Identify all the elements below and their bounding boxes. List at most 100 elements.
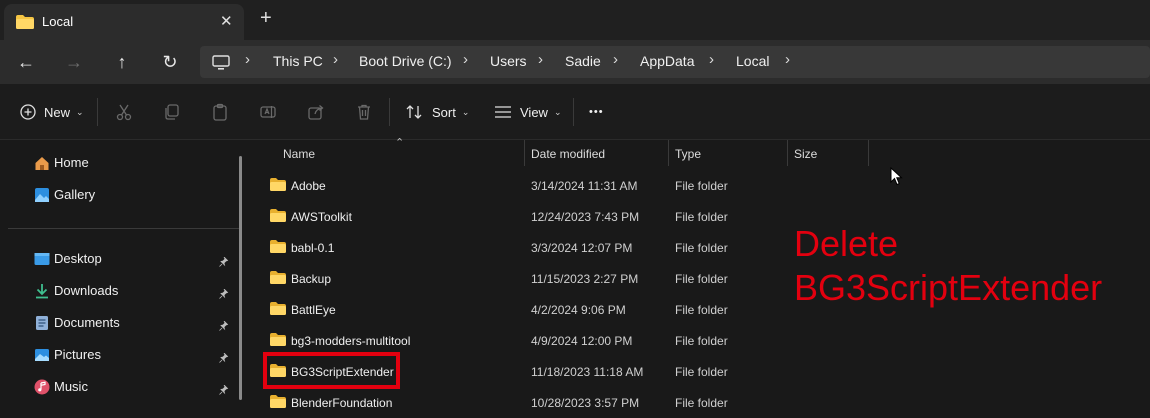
address-row: ← → ↑ ↻ › This PC › Boot Drive (C:) › Us… <box>0 40 1150 84</box>
new-tab-button[interactable]: + <box>260 8 272 28</box>
music-icon <box>34 379 50 400</box>
breadcrumb-separator[interactable]: › <box>613 51 618 68</box>
documents-icon <box>34 315 50 336</box>
pin-icon[interactable] <box>219 350 229 368</box>
breadcrumb-separator[interactable]: › <box>463 51 468 68</box>
highlight-box <box>263 352 400 389</box>
breadcrumb-users[interactable]: Users <box>490 53 527 69</box>
sidebar-item-downloads[interactable]: Downloads <box>0 276 245 306</box>
breadcrumb-this-pc[interactable]: This PC <box>273 53 323 69</box>
rename-icon[interactable] <box>257 101 279 123</box>
address-bar[interactable]: › This PC › Boot Drive (C:) › Users › Sa… <box>200 46 1150 78</box>
sidebar-item-label: Pictures <box>54 347 101 362</box>
tab-bar: Local ✕ + <box>0 0 1150 40</box>
folder-icon <box>270 395 286 411</box>
forward-button[interactable]: → <box>54 40 94 84</box>
file-name: BlenderFoundation <box>291 396 393 410</box>
sort-icon <box>406 104 424 120</box>
annotation-text: Delete BG3ScriptExtender <box>794 222 1102 310</box>
file-date-modified: 4/2/2024 9:06 PM <box>531 303 626 317</box>
column-header-date-modified[interactable]: Date modified <box>525 140 668 168</box>
view-button[interactable]: View ⌄ <box>494 84 562 140</box>
column-header-label: Size <box>794 147 818 161</box>
sidebar-scrollbar[interactable] <box>239 156 242 400</box>
pin-icon[interactable] <box>219 254 229 272</box>
file-date-modified: 4/9/2024 12:00 PM <box>531 334 633 348</box>
sidebar-item-documents[interactable]: Documents <box>0 308 245 338</box>
column-header-size[interactable]: Size <box>788 140 868 168</box>
sidebar-item-home[interactable]: Home <box>0 148 245 178</box>
sidebar-item-music[interactable]: Music <box>0 372 245 402</box>
file-name: bg3-modders-multitool <box>291 334 411 348</box>
delete-icon[interactable] <box>353 101 375 123</box>
divider <box>389 98 390 126</box>
sidebar-item-label: Music <box>54 379 88 394</box>
column-header-type[interactable]: Type <box>669 140 787 168</box>
file-date-modified: 11/18/2023 11:18 AM <box>531 365 644 379</box>
pin-icon[interactable] <box>219 286 229 304</box>
folder-icon <box>270 240 286 256</box>
tab-local[interactable]: Local ✕ <box>4 4 244 40</box>
breadcrumb-separator[interactable]: › <box>333 51 338 68</box>
back-button[interactable]: ← <box>6 40 46 84</box>
file-type: File folder <box>675 179 728 193</box>
file-date-modified: 11/15/2023 2:27 PM <box>531 272 639 286</box>
close-icon[interactable]: ✕ <box>220 12 233 30</box>
column-header-label: Type <box>675 147 702 161</box>
sidebar-item-desktop[interactable]: Desktop <box>0 244 245 274</box>
command-bar: New ⌄ Sort ⌄ View ⌄ ••• <box>0 84 1150 140</box>
tab-title: Local <box>42 14 74 29</box>
divider <box>573 98 574 126</box>
breadcrumb-separator[interactable]: › <box>245 51 250 68</box>
breadcrumb-sadie[interactable]: Sadie <box>565 53 601 69</box>
file-date-modified: 3/14/2024 11:31 AM <box>531 179 638 193</box>
column-divider[interactable] <box>868 140 869 166</box>
folder-icon <box>270 178 286 194</box>
up-button[interactable]: ↑ <box>102 40 142 84</box>
column-header-name[interactable]: Name <box>252 140 524 168</box>
file-type: File folder <box>675 272 728 286</box>
divider <box>97 98 98 126</box>
sidebar-item-gallery[interactable]: Gallery <box>0 180 245 210</box>
sidebar-item-label: Desktop <box>54 251 102 266</box>
file-name: AWSToolkit <box>291 210 352 224</box>
more-options-button[interactable]: ••• <box>589 84 604 140</box>
new-button[interactable]: New ⌄ <box>20 84 84 140</box>
chevron-down-icon: ⌄ <box>461 106 470 117</box>
breadcrumb-separator[interactable]: › <box>709 51 714 68</box>
view-label: View <box>520 104 548 120</box>
breadcrumb-appdata[interactable]: AppData <box>640 53 694 69</box>
desktop-icon <box>34 251 50 272</box>
cut-icon[interactable] <box>113 101 135 123</box>
breadcrumb-separator[interactable]: › <box>538 51 543 68</box>
file-date-modified: 10/28/2023 3:57 PM <box>531 396 640 410</box>
chevron-down-icon: ⌄ <box>76 106 84 117</box>
file-date-modified: 12/24/2023 7:43 PM <box>531 210 640 224</box>
share-icon[interactable] <box>305 101 327 123</box>
this-pc-icon[interactable] <box>212 55 230 76</box>
refresh-button[interactable]: ↻ <box>150 40 190 84</box>
breadcrumb-boot-drive[interactable]: Boot Drive (C:) <box>359 53 452 69</box>
paste-icon[interactable] <box>209 101 231 123</box>
pictures-icon <box>34 347 50 368</box>
file-name: BattlEye <box>291 303 336 317</box>
copy-icon[interactable] <box>161 101 183 123</box>
sort-label: Sort <box>432 104 456 120</box>
divider <box>8 228 240 229</box>
pin-icon[interactable] <box>219 318 229 336</box>
file-name: Adobe <box>291 179 326 193</box>
file-type: File folder <box>675 396 728 410</box>
folder-icon <box>270 333 286 349</box>
pin-icon[interactable] <box>219 382 229 400</box>
list-item[interactable]: BlenderFoundation 10/28/2023 3:57 PM Fil… <box>252 387 1150 418</box>
list-item[interactable]: Adobe 3/14/2024 11:31 AM File folder <box>252 170 1150 201</box>
sort-button[interactable]: Sort ⌄ <box>406 84 469 140</box>
file-type: File folder <box>675 334 728 348</box>
column-header-label: Name <box>283 147 316 161</box>
sidebar-item-pictures[interactable]: Pictures <box>0 340 245 370</box>
breadcrumb-separator[interactable]: › <box>785 51 790 68</box>
sidebar-item-label: Gallery <box>54 187 96 202</box>
breadcrumb-local[interactable]: Local <box>736 53 769 69</box>
downloads-icon <box>34 283 50 304</box>
new-label: New <box>44 104 71 120</box>
